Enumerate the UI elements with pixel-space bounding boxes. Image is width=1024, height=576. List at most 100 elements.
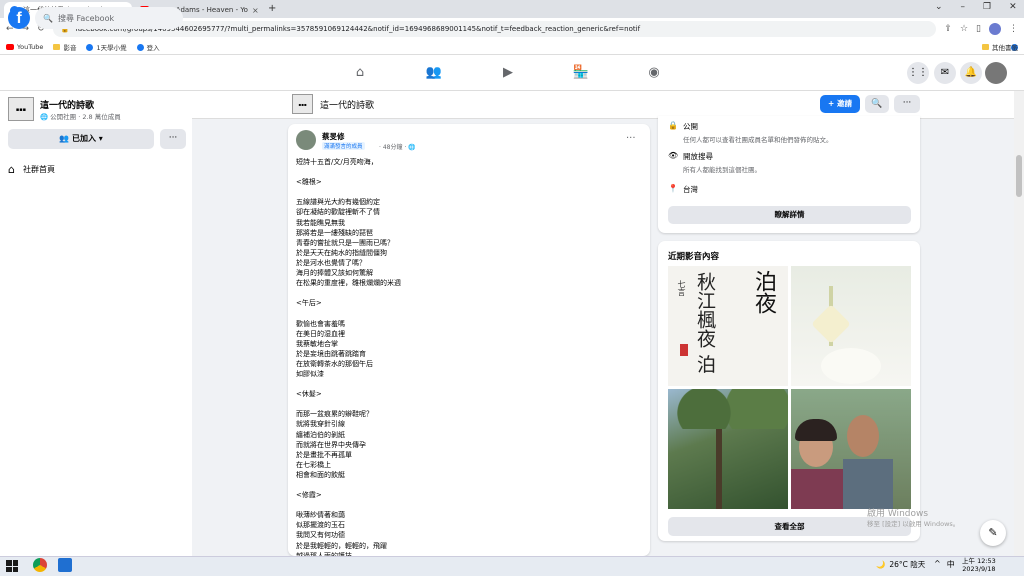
group-cover-thumbnail[interactable]: ▪▪▪ — [8, 97, 34, 121]
compose-edit-icon[interactable]: ✎ — [980, 520, 1006, 546]
bookmark-label: 影音 — [63, 44, 77, 52]
media-title: 近期影音內容 — [668, 252, 720, 262]
messenger-icon[interactable]: ✉ — [934, 62, 956, 84]
post-text: 短詩十五首/文/月亮吻海， <雛根> 五線譜與光大約有幾個約定 卻在凝結的歡靛裡… — [296, 158, 401, 576]
profile-icon[interactable] — [989, 23, 1001, 35]
folder-icon — [982, 44, 989, 50]
invite-button[interactable]: + 邀請 — [820, 95, 860, 113]
facebook-search-input[interactable]: 🔍 搜尋 Facebook — [35, 7, 183, 29]
share-icon[interactable]: ⇪ — [944, 24, 952, 34]
minimize-icon[interactable]: – — [961, 2, 966, 12]
about-sub: 任何人都可以查看社團成員名單和他們發佈的貼文。 — [683, 136, 833, 144]
media-photo-calligraphy[interactable]: 秋江楓夜 泊 七言 泊夜 — [668, 266, 788, 386]
bookmark-label: YouTube — [17, 43, 44, 51]
show-hidden-icon[interactable]: ^ — [934, 559, 941, 570]
photos-taskbar-icon[interactable] — [58, 558, 72, 572]
windows-taskbar — [0, 556, 1024, 576]
new-tab-button[interactable]: + — [268, 3, 276, 14]
url-bar[interactable]: 🔒 facebook.com/groups/1409544602695777/?… — [52, 21, 937, 37]
calligraphy-small-text: 七言 — [677, 280, 686, 296]
sidebar-item-label: 社群首頁 — [22, 165, 55, 174]
group-more-button[interactable]: ··· — [160, 129, 186, 149]
bookmarks-bar: YouTube 影音 1天學小覺 登入 其他書籤 — [0, 40, 1024, 55]
post-time[interactable]: · 48分鐘 · 🌐 — [379, 142, 416, 151]
bookmark-label: 1天學小覺 — [96, 44, 127, 52]
search-icon: 🔍 — [43, 13, 53, 23]
member-badge: 滿滿發言的成員 — [322, 142, 365, 150]
close-window-icon[interactable]: ✕ — [1009, 2, 1017, 12]
youtube-icon — [6, 44, 14, 50]
calligraphy-strokes: 泊夜 — [751, 270, 776, 314]
media-photo-flower[interactable] — [791, 266, 911, 386]
strip-more-button[interactable]: ··· — [894, 95, 920, 113]
scrollbar-thumb[interactable] — [1016, 155, 1022, 197]
chrome-taskbar-icon[interactable] — [33, 558, 47, 572]
browser-menu-icon[interactable]: ⋮ — [1009, 24, 1018, 34]
flower-shape — [811, 304, 851, 344]
group-name[interactable]: 這一代的詩歌 — [40, 98, 94, 111]
menu-grid-icon[interactable]: ⋮⋮ — [907, 62, 929, 84]
man-face — [847, 415, 879, 457]
friends-icon[interactable]: 👥 — [425, 64, 443, 82]
close-tab-icon[interactable]: × — [252, 6, 259, 15]
about-item-public: 🔒 公開 任何人都可以查看社團成員名單和他們發佈的貼文。 — [668, 121, 833, 144]
author-avatar[interactable] — [296, 130, 316, 150]
joined-button[interactable]: 👥 已加入 ▾ — [8, 129, 154, 149]
group-sidebar — [0, 91, 192, 556]
tab-search-icon[interactable]: ⌄ — [935, 2, 943, 12]
system-tray: ^ 中 — [934, 559, 955, 570]
man-shirt — [843, 459, 893, 509]
windows-start-icon[interactable] — [6, 560, 18, 572]
facebook-logo-icon[interactable]: f — [8, 7, 30, 29]
media-photo-couple[interactable] — [791, 389, 911, 509]
post-more-icon[interactable]: ··· — [626, 133, 636, 144]
account-avatar[interactable] — [985, 62, 1007, 84]
home-icon[interactable]: ⌂ — [351, 64, 369, 82]
woman-shirt — [791, 469, 847, 509]
trunk — [716, 429, 722, 509]
watch-icon[interactable]: ▶ — [499, 64, 517, 82]
groups-icon[interactable]: ◉ — [645, 64, 663, 82]
group-meta: 🌐 公開社團 · 2.8 萬位成員 — [40, 113, 121, 121]
strip-group-name[interactable]: 這一代的詩歌 — [320, 98, 374, 111]
group-search-icon[interactable]: 🔍 — [865, 95, 889, 113]
bookmark-facebook-1[interactable]: 1天學小覺 — [86, 42, 127, 52]
clock-time: 上午 12:53 — [962, 557, 996, 565]
bookmark-youtube[interactable]: YouTube — [6, 43, 43, 51]
weather-widget[interactable]: 🌙 26°C 陰天 — [876, 559, 925, 570]
bookmark-media-folder[interactable]: 影音 — [53, 42, 76, 52]
side-panel-icon[interactable]: ▯ — [976, 24, 981, 34]
media-photo-tree[interactable] — [668, 389, 788, 509]
lock-icon: 🔒 — [668, 121, 678, 130]
notifications-icon[interactable]: 🔔 — [960, 62, 982, 84]
eye-icon: 👁 — [668, 151, 679, 160]
joined-label: 已加入 — [71, 134, 96, 143]
window-controls: ⌄ – ❐ ✕ — [935, 2, 1017, 12]
about-item-location: 📍 台灣 — [668, 184, 698, 195]
sidebar-item-home[interactable]: ⌂ 社群首頁 — [8, 163, 55, 176]
facebook-icon — [136, 43, 144, 51]
calligraphy-text: 秋江楓夜 泊 — [694, 272, 716, 374]
taskbar-clock[interactable]: 上午 12:53 2023/9/18 — [962, 557, 996, 573]
about-title: 開放搜尋 — [683, 152, 713, 161]
moon-cloud-icon: 🌙 — [876, 560, 886, 569]
bookmark-label: 登入 — [146, 44, 160, 52]
search-placeholder: 搜尋 Facebook — [57, 13, 115, 23]
petal-shape — [821, 348, 881, 384]
ime-indicator[interactable]: 中 — [947, 559, 955, 570]
location-icon: 📍 — [668, 184, 678, 193]
activate-windows-sub: 移至 [設定] 以啟用 Windows。 — [867, 520, 960, 528]
woman-hair — [795, 419, 837, 441]
marketplace-icon[interactable]: 🏪 — [572, 64, 590, 82]
other-bookmarks[interactable]: 其他書籤 — [982, 42, 1018, 52]
author-name[interactable]: 蔡旻修 — [322, 131, 345, 142]
maximize-icon[interactable]: ❐ — [983, 2, 991, 12]
chevron-down-icon: ▾ — [95, 134, 103, 143]
folder-icon — [53, 44, 61, 50]
group-thumbnail[interactable]: ▪▪▪ — [292, 94, 313, 114]
foliage — [668, 389, 788, 429]
bookmark-facebook-2[interactable]: 登入 — [136, 42, 160, 52]
bookmark-star-icon[interactable]: ☆ — [960, 24, 968, 34]
about-title: 台灣 — [683, 185, 698, 194]
learn-more-button[interactable]: 瞭解詳情 — [668, 206, 911, 224]
